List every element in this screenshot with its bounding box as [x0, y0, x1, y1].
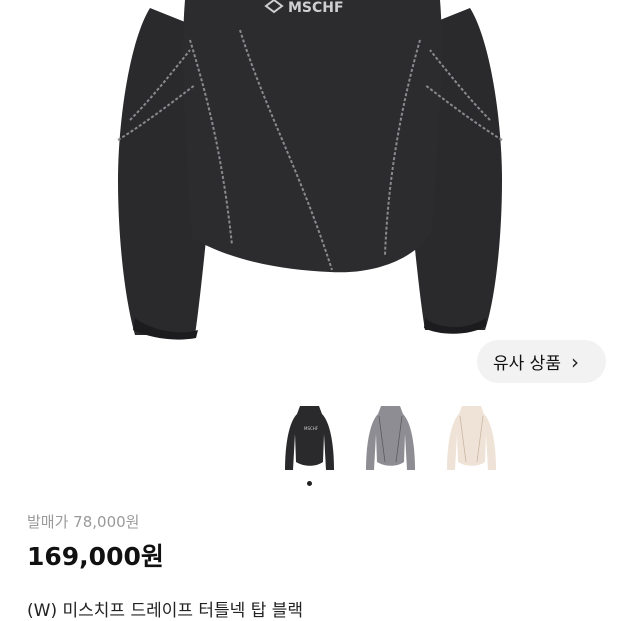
svg-text:MSCHF: MSCHF [304, 426, 319, 431]
thumbnail-beige[interactable] [444, 404, 499, 474]
color-thumbnails: MSCHF [282, 404, 497, 474]
image-pagination [307, 481, 312, 486]
similar-products-button[interactable]: 유사 상품 › [477, 340, 606, 383]
original-price: 발매가 78,000원 [27, 513, 140, 531]
product-title: (W) 미스치프 드레이프 터틀넥 탑 블랙 [27, 601, 304, 621]
turtleneck-top-image: MSCHF [117, 0, 503, 340]
current-price: 169,000원 [27, 542, 164, 571]
product-main-image[interactable]: MSCHF [0, 0, 620, 345]
chevron-right-icon: › [570, 349, 579, 374]
pagination-dot-active [307, 481, 312, 486]
similar-products-label: 유사 상품 [493, 354, 561, 374]
thumbnail-black[interactable]: MSCHF [282, 404, 337, 474]
thumbnail-grey[interactable] [363, 404, 418, 474]
brand-logo-text: MSCHF [288, 0, 344, 16]
